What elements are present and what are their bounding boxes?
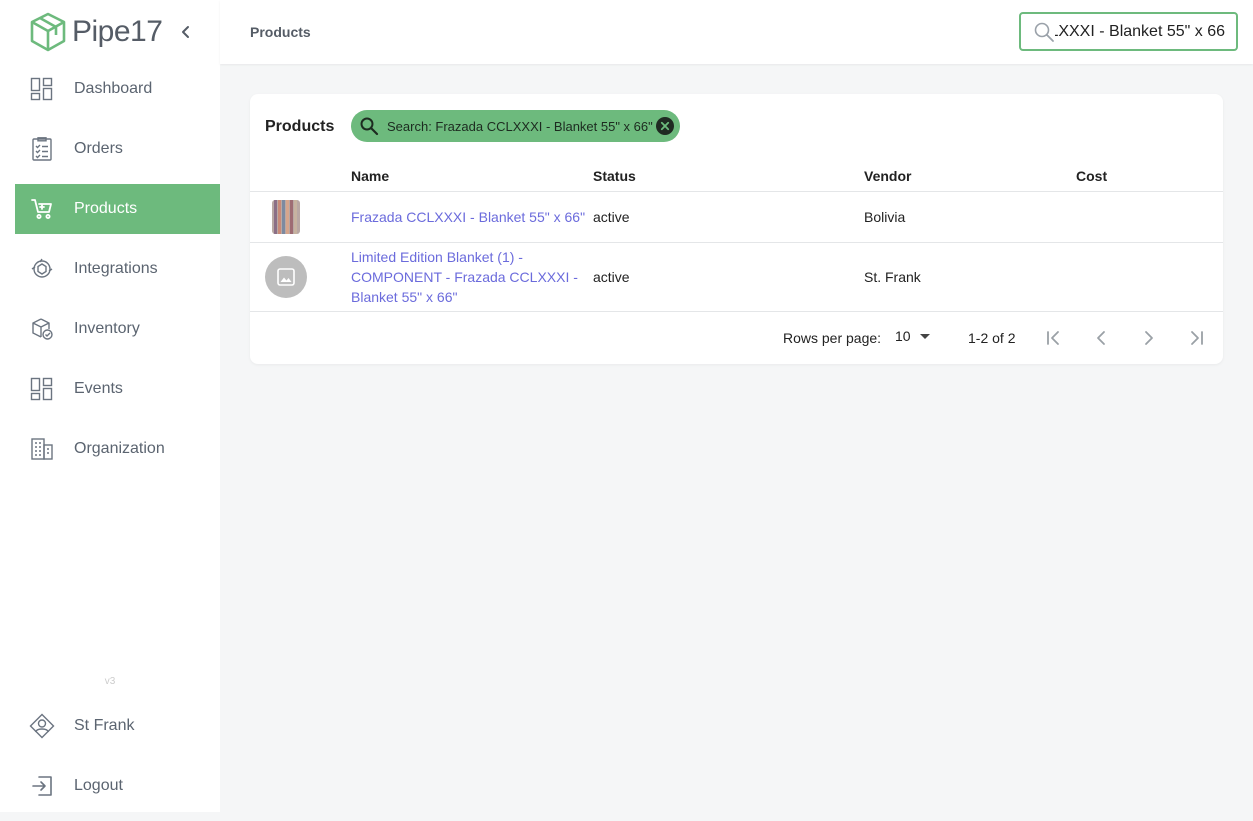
integrations-icon [29,256,55,282]
search-icon [360,117,379,136]
rows-per-page-value: 10 [895,328,911,344]
search-icon [1034,22,1054,42]
column-header-status[interactable]: Status [593,168,636,184]
sidebar-item-label: Integrations [74,260,158,277]
card-title: Products [265,118,335,135]
logo[interactable]: Pipe17 [28,10,163,54]
sidebar-bottom-nav: St Frank Logout [15,701,220,821]
top-bar: Products [220,0,1253,64]
pagination-range: 1-2 of 2 [968,330,1016,346]
sidebar-item-inventory[interactable]: Inventory [15,304,220,354]
collapse-sidebar-button[interactable] [176,20,196,44]
product-status: active [593,269,630,285]
product-name-line: COMPONENT - Frazada CCLXXXI - [351,269,578,285]
product-name-line: Limited Edition Blanket (1) - [351,249,523,265]
chevron-right-icon [1145,331,1153,345]
sidebar-item-label: Products [74,200,138,217]
chevron-left-icon [1097,331,1105,345]
column-header-vendor[interactable]: Vendor [864,168,911,184]
brand-name: Pipe17 [72,15,163,48]
first-page-button[interactable] [1041,326,1065,350]
organization-icon [29,436,55,462]
sidebar-item-orders[interactable]: Orders [15,124,220,174]
dashboard-icon [29,76,55,102]
product-name-line: Blanket 55" x 66" [351,289,458,305]
product-thumbnail[interactable] [272,200,300,234]
events-icon [29,376,55,402]
last-page-button[interactable] [1185,326,1209,350]
divider [250,242,1223,243]
logout-item[interactable]: Logout [15,761,220,811]
divider [250,311,1223,312]
column-header-name[interactable]: Name [351,168,389,184]
product-name-link[interactable]: Frazada CCLXXXI - Blanket 55" x 66" [351,207,585,227]
product-thumbnail-placeholder[interactable] [265,256,307,298]
first-page-icon [1047,331,1059,345]
remove-filter-icon[interactable] [656,117,674,135]
divider [250,191,1223,192]
app-version: v3 [104,676,116,687]
sidebar-item-events[interactable]: Events [15,364,220,414]
next-page-button[interactable] [1137,326,1161,350]
sidebar-nav: Dashboard Orders Products Integrations I… [15,64,220,484]
logout-label: Logout [74,777,123,794]
account-item[interactable]: St Frank [15,701,220,751]
search-filter-chip[interactable]: Search: Frazada CCLXXXI - Blanket 55" x … [351,110,680,142]
inventory-icon [29,316,55,342]
cart-icon [29,196,55,222]
sidebar: Pipe17 Dashboard Orders Products Integra… [0,0,220,812]
search-box[interactable] [1019,12,1238,51]
filter-chip-label: Search: Frazada CCLXXXI - Blanket 55" x … [387,118,653,134]
sidebar-item-label: Events [74,380,123,397]
account-label: St Frank [74,717,135,734]
page-title: Products [250,24,311,40]
search-input[interactable] [1055,22,1225,41]
rows-per-page-select[interactable]: 10 [895,328,935,344]
product-vendor: Bolivia [864,209,906,225]
sidebar-item-label: Organization [74,440,165,457]
sidebar-item-label: Orders [74,140,123,157]
sidebar-item-dashboard[interactable]: Dashboard [15,64,220,114]
sidebar-item-label: Dashboard [74,80,153,97]
sidebar-item-integrations[interactable]: Integrations [15,244,220,294]
sidebar-item-label: Inventory [74,320,140,337]
logout-icon [29,773,55,799]
last-page-icon [1191,331,1203,345]
previous-page-button[interactable] [1089,326,1113,350]
product-vendor: St. Frank [864,269,921,285]
pipe17-logo-icon [30,12,66,52]
image-placeholder-icon [277,268,295,286]
rows-per-page-label: Rows per page: [783,330,882,346]
dropdown-arrow-icon [919,334,930,339]
sidebar-item-products[interactable]: Products [15,184,220,234]
user-icon [29,713,55,739]
product-status: active [593,209,630,225]
product-name-link[interactable]: Limited Edition Blanket (1) - COMPONENT … [351,247,591,307]
orders-icon [29,136,55,162]
products-card: Products Search: Frazada CCLXXXI - Blank… [250,94,1223,364]
sidebar-item-organization[interactable]: Organization [15,424,220,474]
column-header-cost[interactable]: Cost [1076,168,1107,184]
